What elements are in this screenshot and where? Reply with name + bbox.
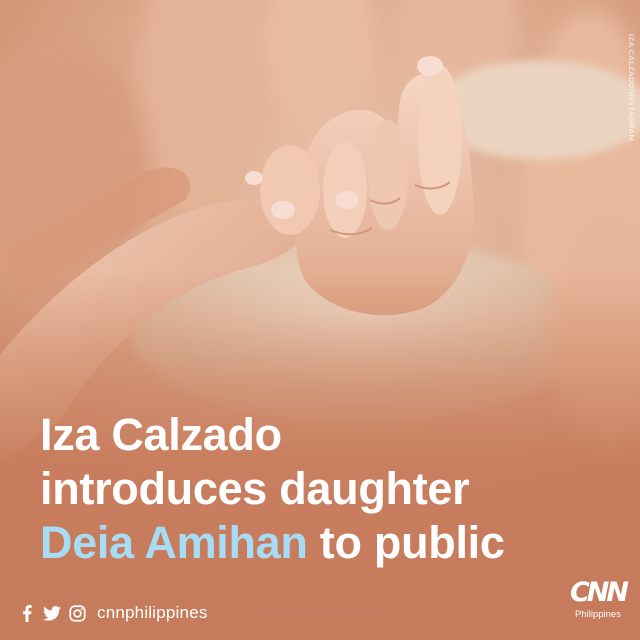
social-handle[interactable]: cnnphilippines <box>97 603 208 623</box>
social-bar: cnnphilippines <box>18 601 208 625</box>
photo-credit: IZA CALZADO/INSTAGRAM <box>627 34 636 142</box>
twitter-icon[interactable] <box>43 604 61 622</box>
headline-highlight: Deia Amihan <box>40 517 308 568</box>
headline-line-3-rest: to public <box>307 517 505 568</box>
headline-line-2: introduces daughter <box>40 463 470 514</box>
headline-line-3: Deia Amihan to public <box>40 516 620 570</box>
instagram-icon[interactable] <box>68 604 86 622</box>
logo-mark: CNN <box>569 577 629 608</box>
headline: Iza Calzado introduces daughter Deia Ami… <box>40 408 620 570</box>
headline-line-1: Iza Calzado <box>40 409 282 460</box>
logo-subtitle: Philippines <box>575 609 621 620</box>
facebook-icon[interactable] <box>18 604 36 622</box>
cnn-philippines-logo: CNN Philippines <box>569 577 629 628</box>
